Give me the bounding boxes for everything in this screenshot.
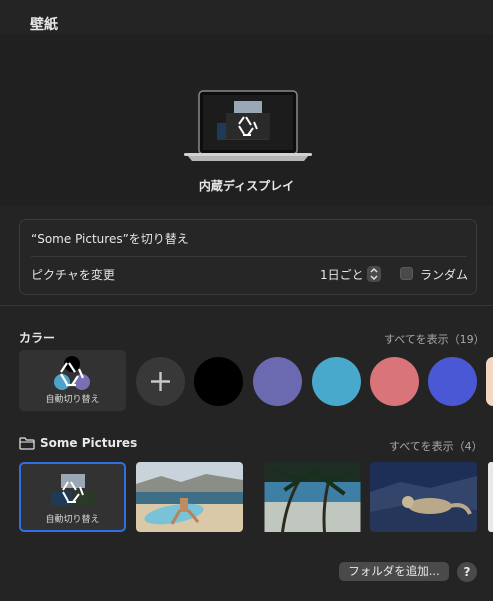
folder-auto-switch-tile[interactable]: 自動切り替え xyxy=(19,462,126,532)
change-picture-label: ピクチャを変更 xyxy=(31,268,115,282)
window-title: 壁紙 xyxy=(30,17,58,33)
color-swatch[interactable] xyxy=(312,357,361,406)
section-separator xyxy=(0,305,493,306)
palm-beach-picture[interactable] xyxy=(259,462,366,532)
frequency-stepper[interactable] xyxy=(367,266,381,282)
color-swatch[interactable] xyxy=(194,357,243,406)
rotation-title: “Some Pictures”を切り替え xyxy=(31,232,189,246)
laptop-icon[interactable] xyxy=(184,89,312,165)
random-checkbox[interactable] xyxy=(400,267,413,280)
frequency-value[interactable]: 1日ごと xyxy=(320,266,364,283)
folder-show-all-link[interactable]: すべてを表示（4） xyxy=(389,438,483,454)
auto-switch-color-tile[interactable]: 自動切り替え xyxy=(19,350,126,411)
add-folder-button[interactable]: フォルダを追加... xyxy=(339,562,449,581)
color-swatch[interactable] xyxy=(428,357,477,406)
folder-title: Some Pictures xyxy=(40,436,138,450)
snow-leopard-picture[interactable] xyxy=(370,462,477,532)
add-color-button[interactable] xyxy=(136,357,185,406)
plus-icon xyxy=(151,372,170,391)
folder-icon xyxy=(19,437,35,450)
help-button[interactable]: ? xyxy=(457,562,477,582)
color-swatch[interactable] xyxy=(486,357,493,406)
auto-switch-label: 自動切り替え xyxy=(45,395,100,405)
colors-show-all-link[interactable]: すべてを表示（19） xyxy=(384,331,485,347)
folder-auto-switch-label: 自動切り替え xyxy=(45,515,100,525)
color-swatch[interactable] xyxy=(370,357,419,406)
recycle-icon xyxy=(54,356,90,390)
surfer-beach-picture[interactable] xyxy=(136,462,243,532)
stepper-icon xyxy=(370,268,378,280)
divider xyxy=(31,256,467,257)
next-picture-edge xyxy=(488,462,493,532)
recycle-icon xyxy=(51,474,95,506)
random-label[interactable]: ランダム xyxy=(420,266,468,283)
colors-title: カラー xyxy=(19,331,56,345)
display-name: 内蔵ディスプレイ xyxy=(198,179,295,193)
color-swatch[interactable] xyxy=(253,357,302,406)
